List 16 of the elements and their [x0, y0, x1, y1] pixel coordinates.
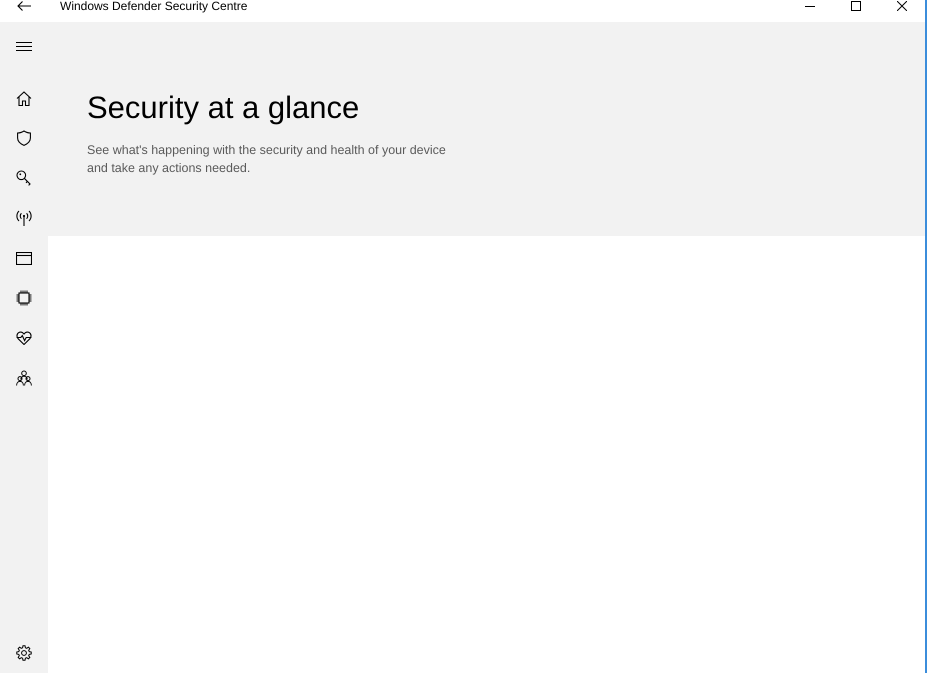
close-icon — [897, 1, 907, 11]
back-arrow-icon — [17, 1, 31, 11]
menu-icon — [16, 42, 32, 50]
antenna-icon — [16, 210, 32, 226]
page-description: See what's happening with the security and health of your device and take any actions needed. — [87, 142, 447, 177]
page-heading: Security at a glance — [87, 89, 360, 127]
key-icon — [16, 170, 32, 186]
heart-rate-icon — [16, 331, 32, 345]
chip-icon — [16, 290, 32, 306]
shield-icon — [16, 130, 32, 146]
home-icon — [16, 90, 32, 106]
people-icon — [16, 370, 32, 386]
settings-icon — [16, 645, 32, 661]
window-title: Windows Defender Security Centre — [60, 0, 248, 13]
maximize-icon — [851, 1, 861, 11]
browser-window-icon — [16, 252, 32, 264]
